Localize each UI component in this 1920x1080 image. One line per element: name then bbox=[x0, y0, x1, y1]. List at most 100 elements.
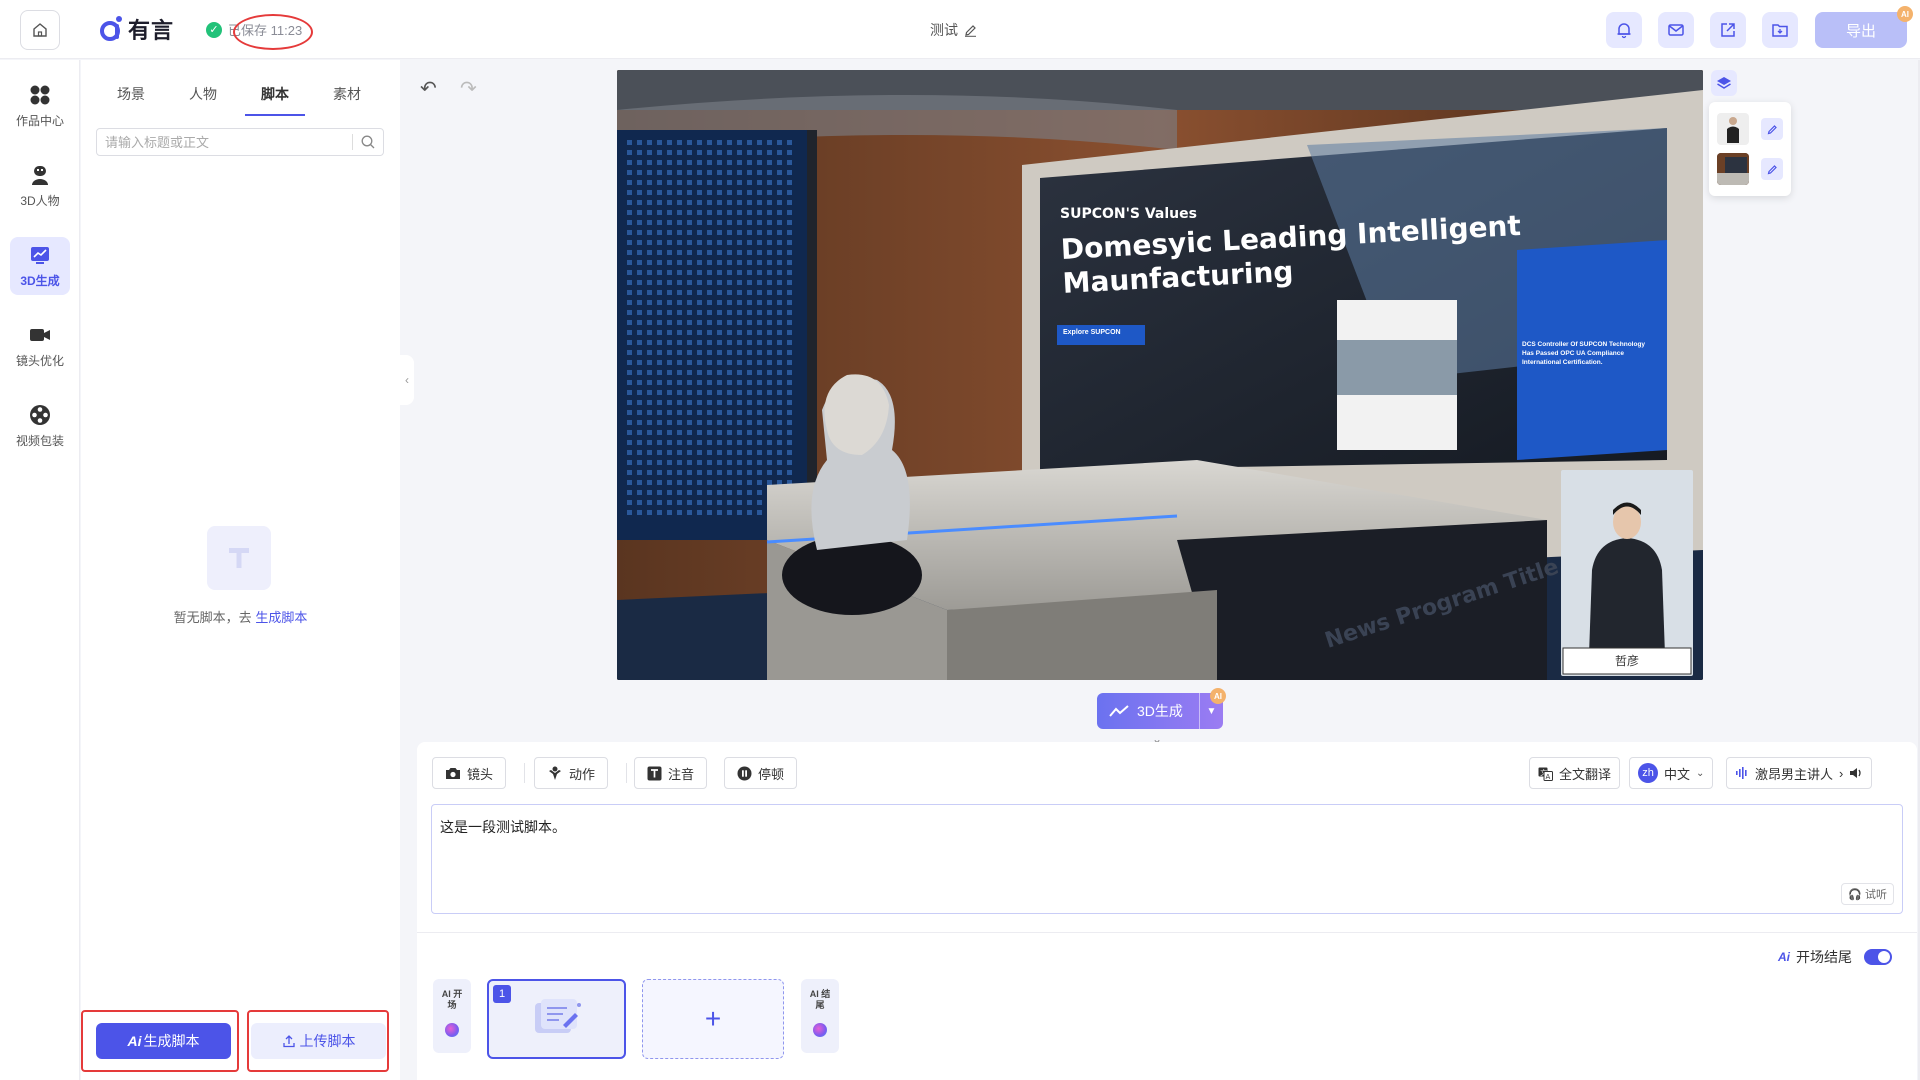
ai-ending-card[interactable]: AI 结尾 bbox=[801, 979, 839, 1053]
annotation-circle bbox=[233, 14, 313, 50]
pause-icon bbox=[737, 766, 752, 780]
screen-kicker: SUPCON'S Values bbox=[1060, 206, 1197, 222]
edit-pencil-icon bbox=[1767, 124, 1777, 134]
logo-mark-icon bbox=[100, 16, 122, 41]
action-tool-button[interactable]: 动作 bbox=[534, 757, 609, 789]
person-icon bbox=[32, 165, 48, 185]
undo-button[interactable]: ↶ bbox=[420, 76, 437, 101]
edit-layer-button[interactable] bbox=[1761, 158, 1783, 180]
tool-label: 注音 bbox=[668, 766, 695, 782]
rail-item-label: 视频包装 bbox=[15, 433, 64, 448]
search-icon[interactable] bbox=[361, 135, 375, 149]
opening-ending-toggle[interactable]: Ai 开场结尾 bbox=[1778, 947, 1892, 967]
logo-text: 有言 bbox=[128, 18, 175, 43]
script-document-icon bbox=[535, 999, 581, 1033]
scene-card[interactable]: 1 bbox=[487, 979, 626, 1059]
mail-icon bbox=[1668, 24, 1684, 36]
listen-label: 试听 bbox=[1865, 889, 1887, 901]
share-button[interactable] bbox=[1710, 12, 1746, 48]
search-input[interactable] bbox=[105, 134, 344, 150]
divider bbox=[352, 134, 353, 150]
layer-row[interactable] bbox=[1717, 152, 1783, 186]
redo-button[interactable]: ↷ bbox=[460, 76, 477, 101]
ai-badge: AI bbox=[1210, 688, 1226, 704]
rail-item-label: 镜头优化 bbox=[15, 353, 64, 368]
check-icon: ✓ bbox=[206, 21, 222, 38]
chevron-right-icon: › bbox=[1839, 765, 1844, 781]
studio-scene-image bbox=[617, 70, 1703, 680]
rail-item-label: 作品中心 bbox=[15, 113, 64, 128]
camera-icon bbox=[30, 328, 50, 341]
export-button[interactable]: 导出 bbox=[1815, 12, 1907, 48]
edit-layer-button[interactable] bbox=[1761, 118, 1783, 140]
message-button[interactable] bbox=[1658, 12, 1694, 48]
divider bbox=[524, 763, 525, 783]
app-logo[interactable]: 有言 bbox=[98, 10, 174, 48]
divider bbox=[626, 763, 627, 783]
document-title-text: 测试 bbox=[930, 22, 958, 38]
ai-opening-label: AI 开场 bbox=[441, 989, 463, 1010]
tab-material[interactable]: 素材 bbox=[311, 78, 383, 110]
ai-mark: Ai bbox=[1778, 950, 1790, 964]
rail-item-3d-character[interactable]: 3D人物 bbox=[10, 157, 70, 215]
rail-item-3d-generate[interactable]: 3D生成 bbox=[10, 237, 70, 295]
scene-number: 1 bbox=[493, 985, 511, 1003]
ai-orb-icon bbox=[813, 1023, 827, 1037]
add-scene-button[interactable]: + bbox=[642, 979, 784, 1059]
chevron-down-icon: ⌄ bbox=[1696, 767, 1705, 779]
empty-text-icon bbox=[207, 526, 271, 590]
bell-icon bbox=[1617, 23, 1631, 39]
edit-pencil-icon bbox=[1767, 164, 1777, 174]
grid-icon bbox=[30, 85, 50, 104]
camera-icon bbox=[446, 768, 460, 779]
gesture-icon bbox=[549, 766, 561, 780]
opening-ending-label: 开场结尾 bbox=[1796, 949, 1852, 965]
preview-listen-button[interactable]: 🎧 试听 bbox=[1841, 883, 1894, 905]
trend-line-icon bbox=[1109, 705, 1129, 717]
screen-card-text: DCS Controller Of SUPCON Technology Has … bbox=[1522, 341, 1646, 366]
translate-all-button[interactable]: 文A 全文翻译 bbox=[1529, 757, 1621, 789]
rail-item-works[interactable]: 作品中心 bbox=[10, 77, 70, 135]
pause-tool-button[interactable]: 停顿 bbox=[724, 757, 798, 789]
ai-ending-label: AI 结尾 bbox=[809, 989, 831, 1010]
chevron-left-icon: ‹ bbox=[405, 373, 409, 387]
generate-3d-button[interactable]: 3D生成 ▼ bbox=[1097, 693, 1223, 729]
document-title[interactable]: 测试 bbox=[930, 20, 977, 40]
script-panel: 场景 人物 脚本 素材 暂无脚本，去 生成脚本 Ai 生成脚本 上传脚本 bbox=[81, 60, 400, 1080]
save-folder-button[interactable] bbox=[1762, 12, 1798, 48]
camera-tool-button[interactable]: 镜头 bbox=[432, 757, 507, 789]
home-button[interactable] bbox=[20, 10, 60, 50]
tab-character[interactable]: 人物 bbox=[167, 78, 239, 110]
notification-button[interactable] bbox=[1606, 12, 1642, 48]
home-icon bbox=[33, 23, 47, 37]
redo-icon: ↷ bbox=[460, 78, 477, 100]
script-text: 这是一段测试脚本。 bbox=[440, 819, 566, 835]
phonetic-tool-button[interactable]: 注音 bbox=[634, 757, 708, 789]
headphones-icon: 🎧 bbox=[1848, 889, 1862, 901]
generate-script-link[interactable]: 生成脚本 bbox=[255, 610, 307, 625]
ai-orb-icon bbox=[445, 1023, 459, 1037]
layers-popover bbox=[1709, 102, 1791, 196]
empty-state-message: 暂无脚本，去 生成脚本 bbox=[81, 607, 400, 626]
scene-preview[interactable]: SUPCON'S Values Domesyic Leading Intelli… bbox=[617, 70, 1703, 680]
tab-script[interactable]: 脚本 bbox=[239, 78, 311, 116]
language-select[interactable]: zh 中文 ⌄ bbox=[1629, 757, 1714, 789]
layers-icon bbox=[1717, 77, 1731, 89]
layer-row[interactable] bbox=[1717, 112, 1783, 146]
annotation-box-ai-generate bbox=[81, 1010, 239, 1072]
tab-scene[interactable]: 场景 bbox=[95, 78, 167, 110]
ai-opening-card[interactable]: AI 开场 bbox=[433, 979, 471, 1053]
voice-select[interactable]: 激昂男主讲人 › bbox=[1726, 757, 1873, 789]
rail-item-video-package[interactable]: 视频包装 bbox=[10, 397, 70, 455]
speaker-icon[interactable] bbox=[1849, 766, 1863, 780]
layers-button[interactable] bbox=[1711, 70, 1737, 96]
toggle-switch[interactable] bbox=[1864, 949, 1892, 965]
screen-button-text: Explore SUPCON bbox=[1063, 329, 1121, 336]
rail-item-label: 3D生成 bbox=[20, 273, 60, 288]
film-reel-icon bbox=[30, 404, 50, 425]
collapse-panel-handle[interactable]: ‹ bbox=[400, 355, 414, 405]
script-textarea[interactable]: 这是一段测试脚本。 🎧 试听 bbox=[431, 804, 1903, 914]
edit-pencil-icon[interactable] bbox=[964, 24, 977, 37]
rail-item-camera-optimize[interactable]: 镜头优化 bbox=[10, 317, 70, 375]
panel-tabs: 场景 人物 脚本 素材 bbox=[95, 78, 385, 116]
